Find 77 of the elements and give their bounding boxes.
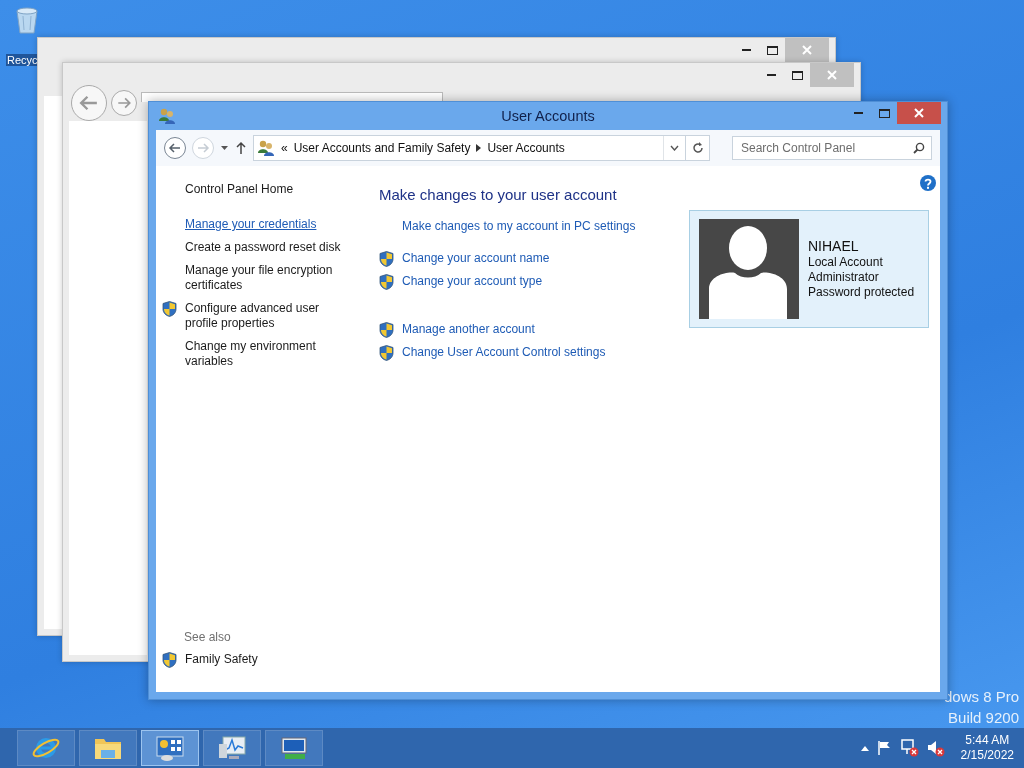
users-icon [257, 139, 275, 157]
close-icon [802, 45, 812, 55]
shield-icon [379, 274, 394, 290]
breadcrumb-overflow[interactable]: « [281, 141, 288, 155]
caret-icon [220, 145, 229, 151]
left-arrow-icon [168, 141, 182, 155]
close-button[interactable] [897, 102, 941, 124]
clock-time[interactable]: 5:44 AM [965, 733, 1010, 748]
back-button[interactable] [164, 137, 186, 159]
address-bar[interactable]: « User Accounts and Family Safety User Accounts [253, 135, 686, 161]
minimize-icon [853, 112, 863, 114]
task-link[interactable]: Change your account name [402, 251, 550, 265]
clock-date[interactable]: 2/15/2022 [960, 748, 1014, 763]
window-title: User Accounts [501, 108, 595, 124]
task-link[interactable]: Change your account type [402, 274, 543, 288]
sidebar-link[interactable]: Family Safety [185, 652, 258, 667]
maximize-icon [791, 70, 803, 80]
sidebar-link[interactable]: Create a password reset disk [185, 240, 341, 255]
minimize-icon [766, 74, 776, 76]
performance-monitor-icon [217, 734, 247, 762]
task-link[interactable]: Change User Account Control settings [402, 345, 606, 359]
account-detail: Local Account [808, 255, 883, 270]
help-button[interactable] [920, 175, 936, 191]
minimize-icon [741, 49, 751, 51]
chevron-icon [476, 144, 482, 152]
sidebar-link[interactable]: Control Panel Home [185, 182, 294, 197]
shield-icon [379, 251, 394, 267]
shield-icon [162, 301, 177, 317]
network-error-icon[interactable] [900, 739, 919, 757]
back-button[interactable] [71, 85, 107, 121]
search-field[interactable]: Search Control Panel [732, 136, 932, 160]
shield-icon [162, 652, 177, 668]
sidebar-link[interactable]: Configure advanced user profile properties [185, 301, 350, 331]
volume-muted-icon[interactable] [926, 739, 945, 757]
flag-icon[interactable] [876, 740, 893, 756]
task-link[interactable]: Make changes to my account in PC settings [402, 219, 636, 233]
taskbar-button[interactable] [265, 730, 323, 766]
taskbar-button[interactable] [17, 730, 75, 766]
shield-icon [379, 322, 394, 338]
page-heading: Make changes to your user account [379, 186, 617, 203]
right-arrow-icon [196, 141, 210, 155]
watermark-text: Build 9200 [948, 709, 1019, 726]
right-arrow-icon [116, 95, 132, 111]
caret-up-icon [860, 745, 869, 751]
recent-pages-button[interactable] [220, 145, 229, 151]
taskbar-button[interactable] [203, 730, 261, 766]
up-button[interactable] [235, 141, 247, 155]
maximize-icon [878, 108, 890, 118]
refresh-button[interactable] [686, 135, 710, 161]
see-also-heading: See also [184, 630, 231, 644]
account-detail: Password protected [808, 285, 915, 300]
up-arrow-icon [235, 141, 247, 155]
sidebar-link[interactable]: Manage your file encryption certificates [185, 263, 350, 293]
question-mark-icon [924, 177, 932, 189]
taskbar-button[interactable] [141, 730, 199, 766]
desktop-icon-label[interactable]: Recyc [6, 54, 39, 66]
sidebar-link[interactable]: Change my environment variables [185, 339, 350, 369]
sidebar-link[interactable]: Manage your credentials [185, 217, 317, 232]
taskbar-button[interactable] [79, 730, 137, 766]
maximize-icon [766, 45, 778, 55]
task-link[interactable]: Manage another account [402, 322, 535, 336]
control-panel-icon [155, 734, 185, 762]
shield-icon [379, 345, 394, 361]
account-detail: Administrator [808, 270, 879, 285]
breadcrumb-item[interactable]: User Accounts [487, 141, 565, 155]
close-icon [827, 70, 837, 80]
address-field[interactable] [141, 92, 443, 102]
users-icon [158, 107, 176, 125]
refresh-icon [691, 142, 704, 154]
show-hidden-icons-button[interactable] [860, 745, 869, 751]
network-icon [279, 734, 309, 762]
account-name: NIHAEL [808, 238, 859, 254]
breadcrumb-item[interactable]: User Accounts and Family Safety [293, 141, 471, 155]
search-icon [913, 142, 925, 154]
chevron-down-icon [670, 145, 679, 151]
recycle-bin-icon[interactable] [14, 6, 40, 34]
close-icon [914, 108, 924, 118]
